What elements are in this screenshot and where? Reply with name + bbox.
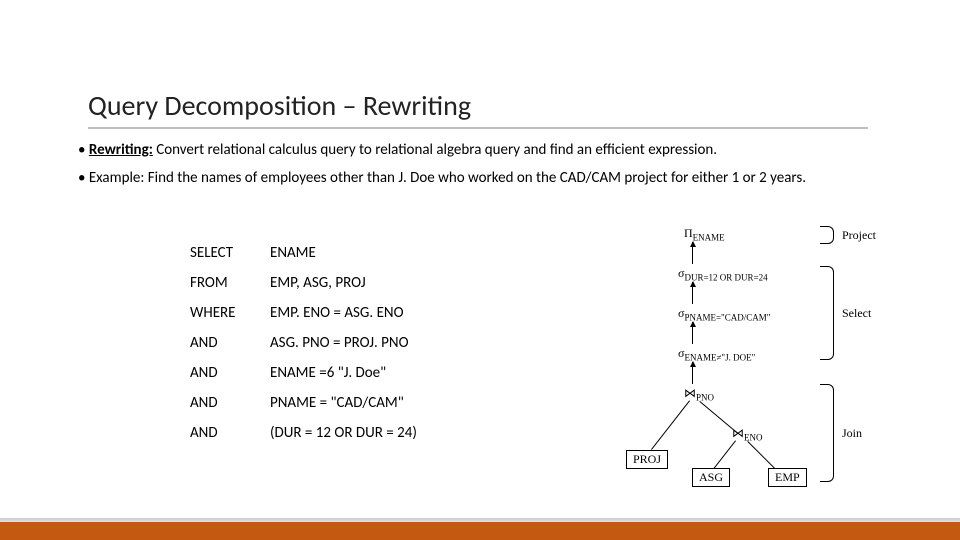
bullet-prefix: • (78, 141, 89, 159)
bullet-rewriting-label: Rewriting: (89, 141, 153, 159)
tree-edge (651, 400, 690, 449)
slide-body: • Rewriting: Convert relational calculus… (78, 140, 948, 197)
query-tree-diagram: ΠENAME σDUR=12 OR DUR=24 σPNAME="CAD/CAM… (620, 226, 950, 484)
sql-value: EMP, ASG, PROJ (270, 268, 431, 298)
bullet-example: • Example: Find the names of employees o… (78, 168, 948, 188)
pi-node: ΠENAME (684, 226, 725, 242)
arrow-icon (692, 322, 693, 344)
sql-keyword: AND (190, 418, 270, 448)
sql-keyword: WHERE (190, 298, 270, 328)
arrow-icon (692, 242, 693, 264)
sql-value: ENAME (270, 238, 431, 268)
arrow-icon (692, 362, 693, 384)
sql-row: ANDASG. PNO = PROJ. PNO (190, 328, 431, 358)
sql-row: AND (DUR = 12 OR DUR = 24) (190, 418, 431, 448)
join-icon: ⋈ (684, 386, 696, 400)
sql-row: WHEREEMP. ENO = ASG. ENO (190, 298, 431, 328)
bullet-rewriting: • Rewriting: Convert relational calculus… (78, 140, 948, 160)
sql-keyword: AND (190, 328, 270, 358)
sql-query-table: SELECTENAME FROMEMP, ASG, PROJ WHEREEMP.… (190, 238, 431, 448)
sql-row: AND PNAME = "CAD/CAM" (190, 388, 431, 418)
sql-keyword: FROM (190, 268, 270, 298)
sigma-sub-1: DUR=12 OR DUR=24 (684, 272, 767, 282)
brace-icon (820, 384, 834, 482)
sql-keyword: AND (190, 358, 270, 388)
leaf-emp: EMP (768, 468, 807, 487)
leaf-proj: PROJ (626, 450, 668, 469)
footer-accent-bar (0, 522, 960, 540)
sql-value: EMP. ENO = ASG. ENO (270, 298, 431, 328)
pi-sub: ENAME (693, 232, 725, 242)
label-select: Select (842, 306, 871, 321)
brace-icon (820, 266, 834, 360)
sql-value: PNAME = "CAD/CAM" (270, 388, 431, 418)
leaf-asg: ASG (692, 468, 730, 487)
sql-value: ENAME =6 "J. Doe" (270, 358, 431, 388)
sql-keyword: AND (190, 388, 270, 418)
sigma-node-1: σDUR=12 OR DUR=24 (678, 266, 768, 282)
sigma-sub-2: PNAME="CAD/CAM" (684, 312, 770, 322)
pi-icon: Π (684, 226, 693, 240)
join-icon: ⋈ (732, 426, 744, 440)
sigma-node-3: σENAME≠"J. DOE" (678, 346, 755, 362)
sql-row: ANDENAME =6 "J. Doe" (190, 358, 431, 388)
label-project: Project (842, 228, 876, 243)
slide-title: Query Decomposition – Rewriting (88, 88, 868, 129)
sql-value: ASG. PNO = PROJ. PNO (270, 328, 431, 358)
bullet-rewriting-text: Convert relational calculus query to rel… (153, 141, 717, 159)
sql-row: SELECTENAME (190, 238, 431, 268)
sql-value: (DUR = 12 OR DUR = 24) (270, 418, 431, 448)
brace-icon (820, 226, 834, 244)
label-join: Join (842, 426, 862, 441)
arrow-icon (692, 282, 693, 304)
sql-row: FROMEMP, ASG, PROJ (190, 268, 431, 298)
sql-keyword: SELECT (190, 238, 270, 268)
sigma-node-2: σPNAME="CAD/CAM" (678, 306, 770, 322)
